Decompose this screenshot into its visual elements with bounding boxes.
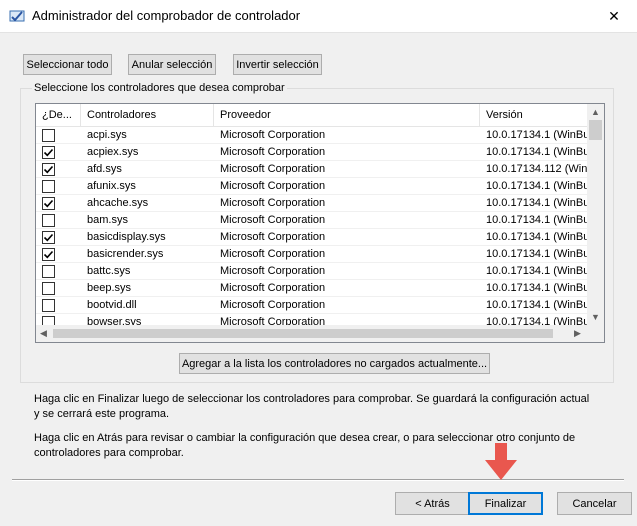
driver-checkbox[interactable]	[42, 265, 55, 278]
table-row[interactable]: bam.sys Microsoft Corporation 10.0.17134.1…	[36, 212, 587, 229]
footer-separator	[12, 479, 624, 481]
table-row[interactable]: beep.sys Microsoft Corporation 10.0.17134.…	[36, 280, 587, 297]
driver-list[interactable]: ¿De... Controladores Proveedor Versión a…	[35, 103, 605, 343]
table-row[interactable]: afd.sys Microsoft Corporation 10.0.17134.1…	[36, 161, 587, 178]
driver-name: acpi.sys	[87, 129, 127, 141]
driver-version: 10.0.17134.1 (WinBu	[486, 299, 587, 311]
table-row[interactable]: acpi.sys Microsoft Corporation 10.0.17134.…	[36, 127, 587, 144]
driver-provider: Microsoft Corporation	[220, 265, 326, 277]
driver-name: bootvid.dll	[87, 299, 137, 311]
driver-checkbox[interactable]	[42, 146, 55, 159]
row-check-cell	[36, 229, 81, 246]
select-all-button[interactable]: Seleccionar todo	[23, 54, 112, 75]
add-unloaded-drivers-button[interactable]: Agregar a la lista los controladores no …	[179, 353, 490, 374]
header-provider[interactable]: Proveedor	[214, 104, 480, 126]
row-check-cell	[36, 161, 81, 178]
driver-version: 10.0.17134.1 (WinBu	[486, 248, 587, 260]
row-check-cell	[36, 280, 81, 297]
row-check-cell	[36, 127, 81, 144]
scroll-right-icon[interactable]: ▶	[574, 329, 581, 338]
driver-version: 10.0.17134.1 (WinBu	[486, 180, 587, 192]
driver-name: ahcache.sys	[87, 197, 149, 209]
horizontal-scroll-thumb[interactable]	[53, 329, 553, 338]
driver-provider: Microsoft Corporation	[220, 231, 326, 243]
close-icon: ✕	[608, 7, 620, 24]
driver-provider: Microsoft Corporation	[220, 146, 326, 158]
scroll-corner	[587, 325, 604, 342]
driver-version: 10.0.17134.112 (Win	[486, 163, 587, 175]
header-drivers[interactable]: Controladores	[81, 104, 214, 126]
pointer-arrow-icon	[485, 443, 517, 481]
driver-checkbox[interactable]	[42, 197, 55, 210]
driver-version: 10.0.17134.1 (WinBu	[486, 129, 587, 141]
driver-name: afd.sys	[87, 163, 122, 175]
driver-provider: Microsoft Corporation	[220, 248, 326, 260]
scroll-left-icon[interactable]: ◀	[40, 329, 47, 338]
driver-provider: Microsoft Corporation	[220, 299, 326, 311]
list-rows: acpi.sys Microsoft Corporation 10.0.17134.…	[36, 127, 587, 326]
row-check-cell	[36, 212, 81, 229]
driver-provider: Microsoft Corporation	[220, 197, 326, 209]
driver-checkbox[interactable]	[42, 180, 55, 193]
driver-name: bam.sys	[87, 214, 128, 226]
row-check-cell	[36, 144, 81, 161]
group-legend: Seleccione los controladores que desea c…	[32, 82, 287, 94]
driver-checkbox[interactable]	[42, 214, 55, 227]
list-header: ¿De... Controladores Proveedor Versión	[36, 104, 587, 127]
driver-checkbox[interactable]	[42, 129, 55, 142]
horizontal-scrollbar[interactable]: ◀ ▶	[36, 325, 587, 342]
driver-version: 10.0.17134.1 (WinBu	[486, 214, 587, 226]
driver-name: acpiex.sys	[87, 146, 139, 158]
table-row[interactable]: acpiex.sys Microsoft Corporation 10.0.1713…	[36, 144, 587, 161]
row-check-cell	[36, 297, 81, 314]
invert-selection-button[interactable]: Invertir selección	[233, 54, 322, 75]
driver-version: 10.0.17134.1 (WinBu	[486, 146, 587, 158]
driver-name: basicrender.sys	[87, 248, 164, 260]
driver-name: battc.sys	[87, 265, 131, 277]
driver-version: 10.0.17134.1 (WinBu	[486, 197, 587, 209]
app-icon	[9, 8, 25, 24]
driver-version: 10.0.17134.1 (WinBu	[486, 265, 587, 277]
table-row[interactable]: afunix.sys Microsoft Corporation 10.0.1713…	[36, 178, 587, 195]
header-checked[interactable]: ¿De...	[36, 104, 81, 126]
table-row[interactable]: basicdisplay.sys Microsoft Corporation 10.…	[36, 229, 587, 246]
back-button[interactable]: < Atrás	[395, 492, 470, 515]
driver-provider: Microsoft Corporation	[220, 180, 326, 192]
scroll-down-icon[interactable]: ▼	[591, 313, 600, 322]
driver-provider: Microsoft Corporation	[220, 282, 326, 294]
window-title: Administrador del comprobador de control…	[32, 8, 301, 23]
driver-checkbox[interactable]	[42, 248, 55, 261]
finish-instructions: Haga clic en Finalizar luego de seleccio…	[34, 393, 590, 420]
cancel-button[interactable]: Cancelar	[557, 492, 632, 515]
table-row[interactable]: bootvid.dll Microsoft Corporation 10.0.171…	[36, 297, 587, 314]
vertical-scrollbar[interactable]: ▲ ▼	[587, 104, 604, 326]
driver-name: beep.sys	[87, 282, 132, 294]
driver-name: basicdisplay.sys	[87, 231, 166, 243]
driver-provider: Microsoft Corporation	[220, 129, 326, 141]
close-button[interactable]: ✕	[591, 0, 637, 32]
driver-version: 10.0.17134.1 (WinBu	[486, 282, 587, 294]
driver-name: afunix.sys	[87, 180, 136, 192]
driver-checkbox[interactable]	[42, 282, 55, 295]
driver-provider: Microsoft Corporation	[220, 163, 326, 175]
table-row[interactable]: basicrender.sys Microsoft Corporation 10.0…	[36, 246, 587, 263]
driver-checkbox[interactable]	[42, 299, 55, 312]
vertical-scroll-thumb[interactable]	[589, 120, 602, 140]
row-check-cell	[36, 246, 81, 263]
table-row[interactable]: ahcache.sys Microsoft Corporation 10.0.171…	[36, 195, 587, 212]
driver-version: 10.0.17134.1 (WinBu	[486, 231, 587, 243]
driver-provider: Microsoft Corporation	[220, 214, 326, 226]
driver-checkbox[interactable]	[42, 231, 55, 244]
row-check-cell	[36, 195, 81, 212]
scroll-up-icon[interactable]: ▲	[591, 108, 600, 117]
driver-checkbox[interactable]	[42, 163, 55, 176]
row-check-cell	[36, 263, 81, 280]
title-bar: Administrador del comprobador de control…	[0, 0, 637, 33]
finish-button[interactable]: Finalizar	[468, 492, 543, 515]
header-version[interactable]: Versión	[480, 104, 587, 126]
deselect-button[interactable]: Anular selección	[128, 54, 216, 75]
row-check-cell	[36, 178, 81, 195]
table-row[interactable]: battc.sys Microsoft Corporation 10.0.17134…	[36, 263, 587, 280]
